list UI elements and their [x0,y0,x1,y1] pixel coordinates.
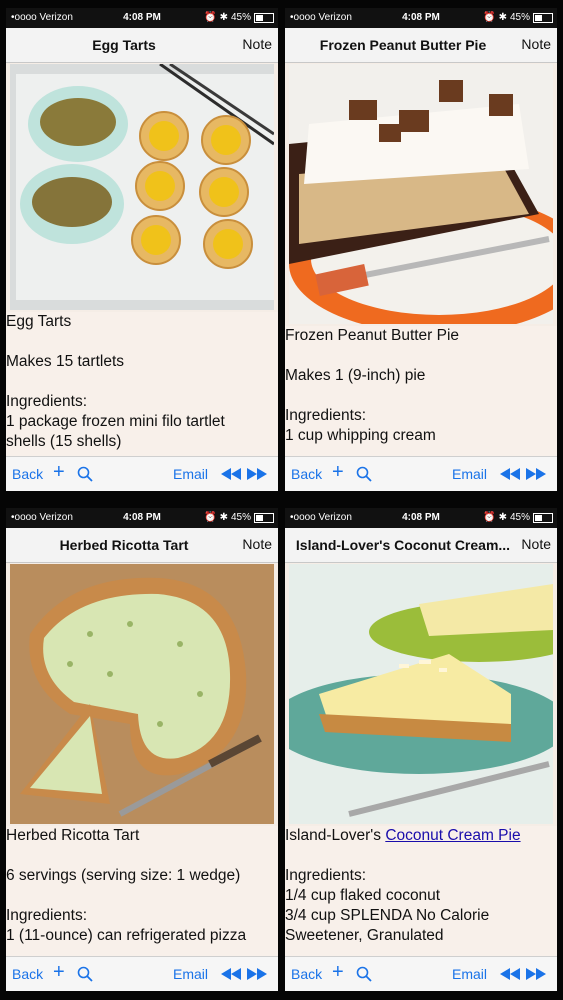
fast-forward-icon[interactable] [246,967,268,985]
text-line: 1 (11-ounce) can refrigerated pizza [6,927,247,944]
recipe-text: Island-Lover's Coconut Cream Pie Ingredi… [285,826,557,957]
battery-icon [533,512,553,523]
bluetooth-icon: ✱ [498,12,507,23]
text-line: Ingredients: [6,393,87,410]
status-bar: •oooo Verizon 4:08 PM ⏰ ✱ 45% [6,508,278,528]
note-button[interactable]: Note [521,536,551,552]
add-icon[interactable]: + [332,962,344,982]
text-line: Ingredients: [285,867,366,884]
recipe-link[interactable]: Coconut Cream Pie [385,827,520,844]
page-title: Frozen Peanut Butter Pie [319,37,487,53]
bottom-toolbar: Back + Email [6,456,278,491]
recipe-photo [10,564,274,824]
email-button[interactable]: Email [452,466,487,482]
status-bar: •oooo Verizon 4:08 PM ⏰ ✱ 45% [285,508,557,528]
page-title: Egg Tarts [92,37,156,53]
text-line: Sweetener, Granulated [285,927,444,944]
add-icon[interactable]: + [53,462,65,482]
bluetooth-icon: ✱ [219,12,228,23]
nav-bar: Island-Lover's Coconut Cream... Note [285,528,557,563]
text-line: Ingredients: [285,407,366,424]
fast-forward-icon[interactable] [246,467,268,485]
search-icon[interactable] [356,466,372,487]
recipe-text: Egg Tarts Makes 15 tartlets Ingredients:… [6,312,278,457]
text-line: Ingredients: [6,907,87,924]
fast-forward-icon[interactable] [525,967,547,985]
alarm-icon: ⏰ [204,512,217,523]
text-line: 1 cup whipping cream [285,427,436,444]
nav-bar: Frozen Peanut Butter Pie Note [285,28,557,63]
back-button[interactable]: Back [12,966,43,982]
text-line: 1/4 cup flaked coconut [285,887,441,904]
alarm-icon: ⏰ [483,12,496,23]
back-button[interactable]: Back [291,466,322,482]
battery-icon [254,512,274,523]
note-button[interactable]: Note [242,536,272,552]
email-button[interactable]: Email [173,466,208,482]
email-button[interactable]: Email [452,966,487,982]
text-line: Egg Tarts [6,313,72,330]
recipe-photo [10,64,274,310]
battery-percent: 45% [509,512,530,523]
nav-bar: Egg Tarts Note [6,28,278,63]
recipe-screen-peanut-butter-pie: •oooo Verizon 4:08 PM ⏰ ✱ 45% Frozen Pea… [285,8,557,491]
email-button[interactable]: Email [173,966,208,982]
text-line: Makes 15 tartlets [6,353,125,370]
recipe-name-prefix: Island-Lover's [285,827,386,844]
search-icon[interactable] [77,466,93,487]
text-line: shells (15 shells) [6,433,122,450]
search-icon[interactable] [356,966,372,987]
bottom-toolbar: Back + Email [6,956,278,991]
add-icon[interactable]: + [332,462,344,482]
recipe-screen-egg-tarts: •oooo Verizon 4:08 PM ⏰ ✱ 45% Egg Tarts … [6,8,278,491]
bluetooth-icon: ✱ [219,512,228,523]
text-line: 1 package frozen mini filo tartlet [6,413,225,430]
page-title: Island-Lover's Coconut Cream... [295,537,511,553]
page-title: Herbed Ricotta Tart [59,537,189,553]
bottom-toolbar: Back + Email [285,956,557,991]
rewind-icon[interactable] [220,967,242,985]
note-button[interactable]: Note [521,36,551,52]
battery-icon [533,12,553,23]
add-icon[interactable]: + [53,962,65,982]
recipe-screen-coconut-cream-pie: •oooo Verizon 4:08 PM ⏰ ✱ 45% Island-Lov… [285,508,557,991]
bottom-toolbar: Back + Email [285,456,557,491]
nav-bar: Herbed Ricotta Tart Note [6,528,278,563]
back-button[interactable]: Back [291,966,322,982]
note-button[interactable]: Note [242,36,272,52]
alarm-icon: ⏰ [204,12,217,23]
status-bar: •oooo Verizon 4:08 PM ⏰ ✱ 45% [285,8,557,28]
alarm-icon: ⏰ [483,512,496,523]
fast-forward-icon[interactable] [525,467,547,485]
back-button[interactable]: Back [12,466,43,482]
rewind-icon[interactable] [499,467,521,485]
rewind-icon[interactable] [499,967,521,985]
recipe-photo [289,564,553,824]
text-line: Frozen Peanut Butter Pie [285,327,460,344]
recipe-screen-herbed-ricotta-tart: •oooo Verizon 4:08 PM ⏰ ✱ 45% Herbed Ric… [6,508,278,991]
recipe-text: Herbed Ricotta Tart 6 servings (serving … [6,826,278,957]
text-line: Makes 1 (9-inch) pie [285,367,426,384]
text-line: Herbed Ricotta Tart [6,827,140,844]
battery-percent: 45% [509,12,530,23]
recipe-photo [289,64,553,324]
battery-percent: 45% [230,512,251,523]
rewind-icon[interactable] [220,467,242,485]
battery-percent: 45% [230,12,251,23]
search-icon[interactable] [77,966,93,987]
battery-icon [254,12,274,23]
recipe-text: Frozen Peanut Butter Pie Makes 1 (9-inch… [285,326,557,457]
text-line: 3/4 cup SPLENDA No Calorie [285,907,490,924]
status-bar: •oooo Verizon 4:08 PM ⏰ ✱ 45% [6,8,278,28]
text-line: Island-Lover's Coconut Cream Pie [285,826,557,846]
bluetooth-icon: ✱ [498,512,507,523]
text-line: 6 servings (serving size: 1 wedge) [6,867,241,884]
